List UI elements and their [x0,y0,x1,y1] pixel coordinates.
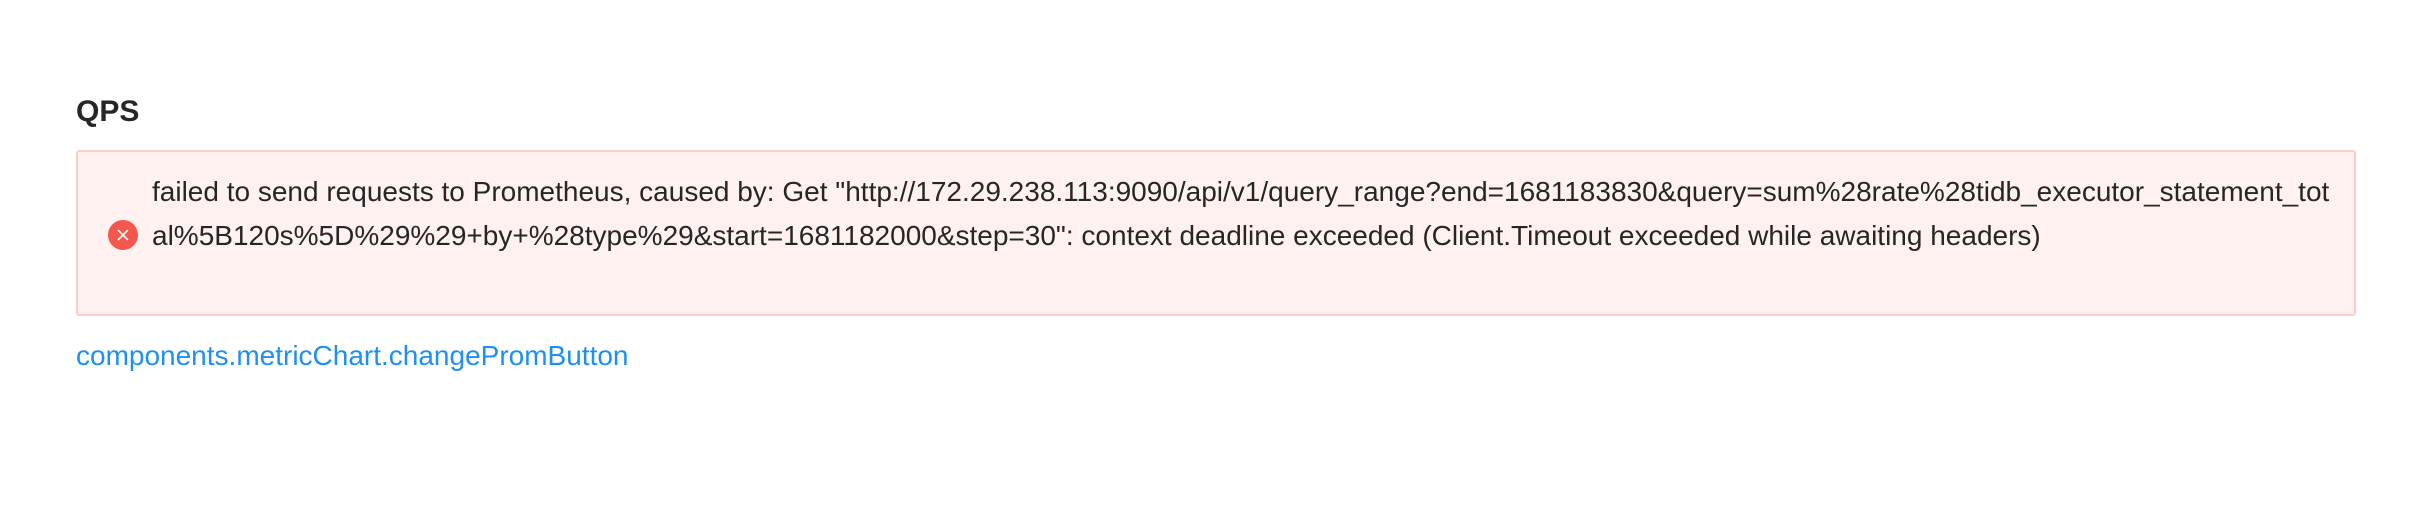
change-prometheus-button[interactable]: components.metricChart.changePromButton [76,336,629,376]
chart-title: QPS [76,95,140,128]
metric-chart-panel: QPS failed to send requests to Prometheu… [76,86,2356,371]
error-alert: failed to send requests to Prometheus, c… [76,150,2356,316]
close-circle-icon [108,220,138,250]
error-message: failed to send requests to Prometheus, c… [152,176,2330,251]
